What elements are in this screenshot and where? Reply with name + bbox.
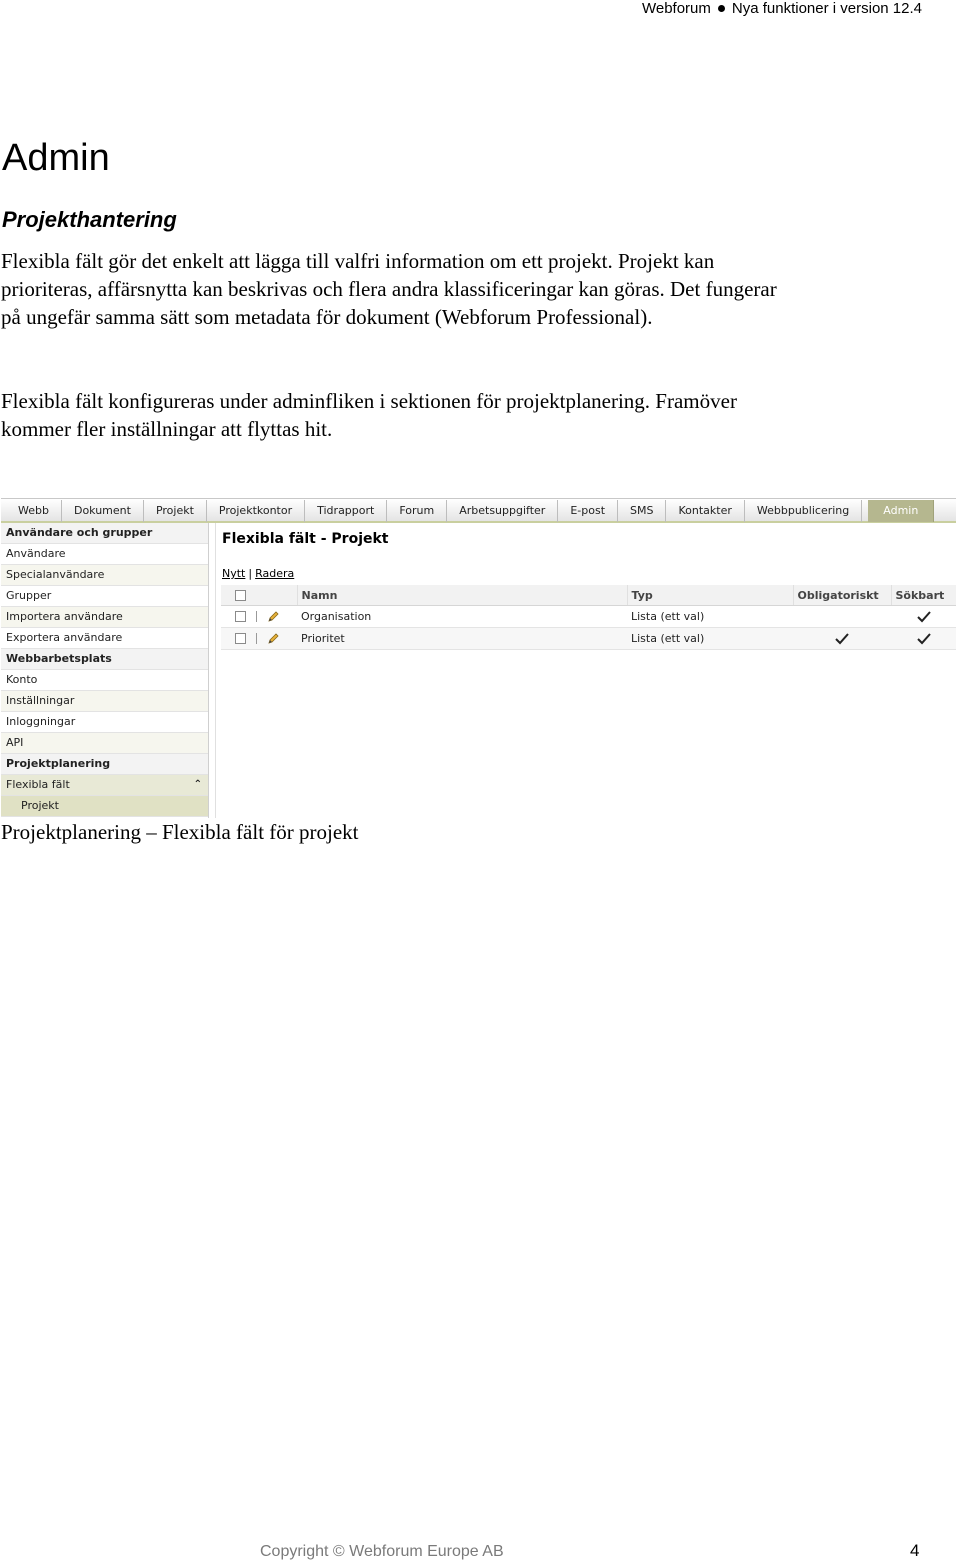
- tab-webb[interactable]: Webb: [1, 500, 62, 522]
- row-divider: [256, 633, 257, 645]
- tab-arbetsuppgifter[interactable]: Arbetsuppgifter: [447, 500, 559, 522]
- footer-copyright: Copyright © Webforum Europe AB: [260, 1543, 504, 1560]
- main-tab-bar: Webb Dokument Projekt Projektkontor Tidr…: [1, 498, 956, 523]
- select-all-checkbox[interactable]: [235, 590, 246, 601]
- cell-type: Lista (ett val): [627, 605, 793, 628]
- column-header-type[interactable]: Typ: [626, 585, 793, 606]
- panel-title: Flexibla fält - Projekt: [222, 531, 389, 547]
- column-header-name[interactable]: Namn: [296, 585, 627, 606]
- main-panel: Flexibla fält - Projekt Nytt | Radera Namn…: [221, 523, 956, 818]
- figure-caption: Projektplanering – Flexibla fält för pro…: [1, 820, 359, 844]
- action-separator: |: [248, 567, 253, 580]
- table-row: Organisation Lista (ett val): [221, 605, 956, 628]
- row-checkbox[interactable]: [235, 611, 246, 623]
- cell-required: [793, 605, 891, 628]
- checkmark-icon: [835, 633, 849, 645]
- fields-table: Namn Typ Obligatoriskt Sökbart Organisat…: [221, 585, 956, 650]
- sidebar-section-workspace[interactable]: Webbarbetsplats: [1, 649, 208, 670]
- bullet-icon: [717, 4, 725, 12]
- sidebar-item-settings[interactable]: Inställningar: [1, 691, 208, 712]
- tab-projektkontor[interactable]: Projektkontor: [207, 500, 306, 522]
- paragraph-1: Flexibla fält gör det enkelt att lägga t…: [1, 249, 777, 329]
- sidebar-item-project[interactable]: Projekt: [1, 796, 208, 817]
- row-divider: [256, 611, 257, 623]
- column-header-required[interactable]: Obligatoriskt: [792, 585, 891, 606]
- tab-sms[interactable]: SMS: [618, 500, 667, 522]
- tab-tidrapport[interactable]: Tidrapport: [305, 500, 388, 522]
- tab-kontakter[interactable]: Kontakter: [666, 500, 745, 522]
- sidebar-item-api[interactable]: API: [1, 733, 208, 754]
- cell-name: Organisation: [297, 605, 627, 628]
- paragraph-2: Flexibla fält konfigureras under adminfl…: [1, 389, 737, 441]
- tab-e-post[interactable]: E-post: [558, 500, 619, 522]
- sidebar-item-export-users[interactable]: Exportera användare: [1, 628, 208, 649]
- sidebar-item-account[interactable]: Konto: [1, 670, 208, 691]
- table-row: Prioritet Lista (ett val): [221, 627, 956, 650]
- column-header-searchable[interactable]: Sökbart: [890, 585, 956, 606]
- tab-webbpublicering[interactable]: Webbpublicering: [745, 500, 863, 522]
- delete-link[interactable]: Radera: [255, 567, 294, 580]
- sidebar-item-users[interactable]: Användare: [1, 544, 208, 565]
- table-header-row: Namn Typ Obligatoriskt Sökbart: [221, 585, 956, 606]
- row-checkbox[interactable]: [235, 633, 246, 645]
- tab-dokument[interactable]: Dokument: [62, 500, 144, 522]
- admin-screenshot: Webb Dokument Projekt Projektkontor Tidr…: [1, 498, 956, 818]
- sidebar-item-import-users[interactable]: Importera användare: [1, 607, 208, 628]
- cell-required: [793, 627, 891, 650]
- header-subtitle: Nya funktioner i version 12.4: [731, 0, 922, 17]
- edit-pencil-icon[interactable]: [267, 610, 280, 623]
- cell-name: Prioritet: [297, 627, 627, 650]
- sidebar-item-special-users[interactable]: Specialanvändare: [1, 565, 208, 586]
- new-link[interactable]: Nytt: [222, 567, 245, 580]
- page-title: Admin: [2, 137, 110, 179]
- sidebar-divider: [215, 523, 216, 818]
- cell-searchable: [891, 627, 956, 650]
- cell-type: Lista (ett val): [627, 627, 793, 650]
- section-heading: Projekthantering: [2, 207, 177, 232]
- sidebar-item-flexible-fields[interactable]: Flexibla fält ⌃︎: [1, 775, 208, 796]
- sidebar-item-groups[interactable]: Grupper: [1, 586, 208, 607]
- sidebar-section-project-planning[interactable]: Projektplanering: [1, 754, 208, 775]
- tab-admin[interactable]: Admin: [868, 500, 935, 522]
- tab-forum[interactable]: Forum: [387, 500, 448, 522]
- tab-projekt[interactable]: Projekt: [144, 500, 207, 522]
- action-links: Nytt | Radera: [222, 567, 294, 580]
- sidebar-item-logins[interactable]: Inloggningar: [1, 712, 208, 733]
- page-number: 4: [910, 1541, 920, 1560]
- cell-searchable: [891, 605, 956, 628]
- admin-sidebar: Användare och grupper Användare Speciala…: [1, 523, 209, 818]
- checkmark-icon: [916, 611, 931, 623]
- header-product: Webforum: [641, 0, 711, 17]
- sidebar-item-label: Flexibla fält: [6, 778, 70, 791]
- sidebar-section-users-groups[interactable]: Användare och grupper: [1, 523, 208, 544]
- edit-pencil-icon[interactable]: [267, 632, 280, 645]
- collapse-up-icon[interactable]: ⌃︎: [194, 775, 202, 795]
- page-header: Webforum Nya funktioner i version 12.4: [642, 0, 922, 17]
- checkmark-icon: [916, 633, 931, 645]
